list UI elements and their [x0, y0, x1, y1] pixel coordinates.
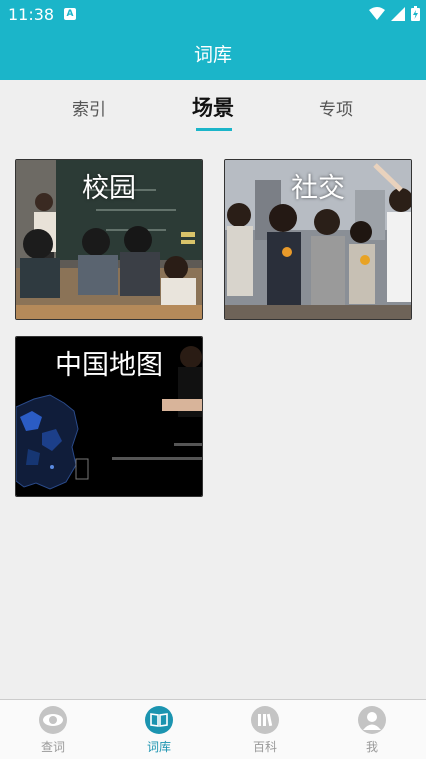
status-bar: 11:38 A	[0, 0, 426, 30]
nav-label: 我	[365, 740, 378, 754]
person-icon	[358, 706, 386, 734]
tab-index[interactable]: 索引	[72, 95, 106, 120]
nav-item-lookup[interactable]: 查词	[0, 706, 106, 755]
active-tab-indicator	[196, 128, 232, 131]
scene-card-china-map[interactable]: 中国地图	[15, 336, 203, 497]
status-icons	[369, 6, 420, 21]
eye-icon	[39, 706, 67, 734]
scene-card-title: 校园	[82, 173, 136, 204]
wifi-icon	[369, 6, 385, 20]
scene-card-campus[interactable]: 校园	[15, 159, 203, 320]
nav-label: 百科	[252, 740, 277, 754]
category-tabs: 索引 场景 专项	[0, 80, 426, 138]
book-icon	[145, 706, 173, 734]
nav-label: 词库	[146, 740, 171, 754]
signal-icon	[391, 6, 405, 21]
notification-icon: A	[64, 8, 76, 20]
app-header: 11:38 A 词库	[0, 0, 426, 80]
books-icon	[251, 706, 279, 734]
tab-special[interactable]: 专项	[319, 95, 353, 120]
battery-icon	[411, 6, 420, 21]
scene-card-title: 中国地图	[55, 350, 163, 381]
page-title: 词库	[193, 44, 232, 66]
tab-scenes[interactable]: 场景	[192, 92, 234, 122]
scene-card-title: 社交	[291, 173, 345, 204]
scene-card-social[interactable]: 社交	[224, 159, 412, 320]
nav-item-me[interactable]: 我	[319, 706, 425, 755]
nav-item-encyclopedia[interactable]: 百科	[212, 706, 318, 755]
nav-item-wordbank[interactable]: 词库	[106, 706, 212, 755]
bottom-navigation: 查词 词库 百科 我	[0, 699, 426, 759]
nav-label: 查词	[40, 740, 65, 754]
status-time: 11:38	[8, 5, 55, 24]
